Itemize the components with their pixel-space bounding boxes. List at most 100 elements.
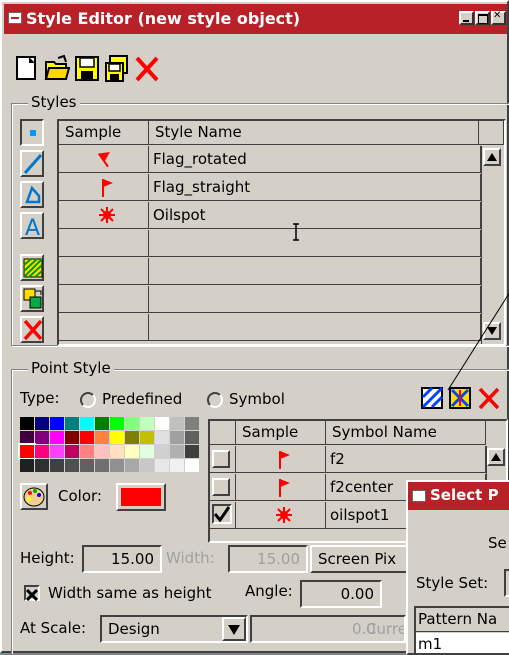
palette-swatch[interactable]: [65, 445, 79, 458]
table-row[interactable]: [59, 230, 481, 257]
palette-swatch[interactable]: [170, 431, 184, 444]
palette-swatch[interactable]: [155, 445, 169, 458]
line-tool-icon[interactable]: [20, 150, 44, 177]
palette-swatch[interactable]: [80, 459, 94, 472]
palette-swatch[interactable]: [140, 417, 154, 430]
row-checkbox[interactable]: [210, 474, 236, 501]
palette-swatch[interactable]: [110, 431, 124, 444]
palette-swatch[interactable]: [50, 431, 64, 444]
palette-swatch[interactable]: [140, 431, 154, 444]
style-set-field[interactable]: [504, 569, 509, 597]
palette-swatch[interactable]: [170, 445, 184, 458]
row-checkbox-checked[interactable]: [210, 502, 236, 529]
palette-swatch[interactable]: [140, 445, 154, 458]
palette-swatch[interactable]: [125, 431, 139, 444]
palette-swatch[interactable]: [50, 445, 64, 458]
symbol-sample-column-header[interactable]: Sample: [236, 421, 326, 445]
sample-column-header[interactable]: Sample: [59, 121, 149, 145]
dropdown-arrow-button[interactable]: [222, 617, 246, 641]
palette-swatch[interactable]: [185, 417, 199, 430]
palette-swatch[interactable]: [18, 443, 36, 460]
current-label[interactable]: Curre: [366, 617, 404, 641]
palette-swatch[interactable]: [170, 459, 184, 472]
width-same-label[interactable]: Width same as height: [48, 584, 212, 602]
palette-swatch[interactable]: [95, 431, 109, 444]
palette-swatch[interactable]: [20, 417, 34, 430]
palette-swatch[interactable]: [65, 431, 79, 444]
palette-swatch[interactable]: [50, 417, 64, 430]
palette-swatch[interactable]: [140, 459, 154, 472]
table-row[interactable]: Flag_rotated: [59, 146, 481, 173]
popup-menu-icon[interactable]: [412, 490, 426, 502]
table-row[interactable]: f2: [210, 446, 486, 473]
pattern-name-column-header[interactable]: Pattern Na: [416, 608, 509, 632]
style-name-column-header[interactable]: Style Name: [149, 121, 479, 145]
open-icon[interactable]: [44, 54, 71, 84]
text-tool-icon[interactable]: A: [20, 212, 44, 239]
palette-swatch[interactable]: [125, 459, 139, 472]
scroll-up-button[interactable]: [483, 148, 501, 166]
symbol-label[interactable]: Symbol: [229, 390, 285, 408]
table-row[interactable]: [59, 258, 481, 285]
palette-swatch[interactable]: [80, 445, 94, 458]
maximize-button[interactable]: [475, 11, 490, 25]
save-as-icon[interactable]: [104, 54, 130, 84]
popup-title-bar[interactable]: Select P: [408, 482, 509, 510]
predefined-radio[interactable]: [80, 392, 96, 408]
color-palette[interactable]: [18, 417, 200, 473]
palette-swatch[interactable]: [110, 445, 124, 458]
save-icon[interactable]: [74, 54, 100, 84]
palette-swatch[interactable]: [35, 431, 49, 444]
title-bar[interactable]: Style Editor (new style object): [4, 4, 507, 34]
predefined-label[interactable]: Predefined: [102, 390, 182, 408]
at-scale-dropdown[interactable]: Design: [100, 615, 248, 643]
row-checkbox[interactable]: [210, 446, 236, 473]
palette-swatch[interactable]: [155, 431, 169, 444]
point-tool-icon[interactable]: [20, 119, 44, 146]
width-same-checkbox[interactable]: [24, 585, 40, 602]
palette-swatch[interactable]: [35, 445, 49, 458]
palette-swatch[interactable]: [95, 459, 109, 472]
symbol-radio[interactable]: [207, 392, 223, 408]
palette-swatch[interactable]: [185, 431, 199, 444]
palette-swatch[interactable]: [20, 459, 34, 472]
palette-swatch[interactable]: [95, 417, 109, 430]
table-row[interactable]: Oilspot: [59, 202, 481, 229]
symbol-name-column-header[interactable]: Symbol Name: [326, 421, 486, 445]
palette-swatch[interactable]: [80, 431, 94, 444]
palette-swatch[interactable]: [80, 417, 94, 430]
width-input[interactable]: 15.00: [228, 545, 308, 573]
minimize-button[interactable]: [459, 11, 474, 25]
polygon-tool-icon[interactable]: [20, 181, 44, 208]
new-icon[interactable]: [14, 54, 40, 84]
table-row[interactable]: Flag_straight: [59, 174, 481, 201]
height-input[interactable]: 15.00: [82, 545, 162, 573]
palette-swatch[interactable]: [65, 459, 79, 472]
palette-swatch[interactable]: [110, 459, 124, 472]
palette-swatch[interactable]: [125, 417, 139, 430]
pattern-row[interactable]: m1: [416, 633, 509, 653]
color-swatch-button[interactable]: [116, 483, 166, 511]
units-dropdown[interactable]: Screen Pix: [310, 545, 420, 573]
palette-swatch[interactable]: [155, 417, 169, 430]
delete-style-icon[interactable]: [20, 316, 44, 343]
palette-swatch[interactable]: [65, 417, 79, 430]
palette-swatch[interactable]: [185, 445, 199, 458]
palette-swatch[interactable]: [95, 445, 109, 458]
palette-swatch[interactable]: [35, 459, 49, 472]
palette-swatch[interactable]: [20, 431, 34, 444]
palette-swatch[interactable]: [185, 459, 199, 472]
table-row[interactable]: [59, 314, 481, 341]
palette-swatch[interactable]: [125, 445, 139, 458]
close-button[interactable]: [491, 10, 506, 25]
palette-swatch[interactable]: [50, 459, 64, 472]
copy-style-icon[interactable]: [20, 285, 44, 312]
palette-swatch[interactable]: [35, 417, 49, 430]
window-menu-icon[interactable]: [8, 12, 22, 24]
select-pattern-window[interactable]: Select P Se Style Set: Pattern Na m1: [406, 480, 509, 655]
scale-field[interactable]: 0.0 Curre: [250, 615, 406, 643]
pattern-icon[interactable]: [20, 254, 44, 281]
table-row[interactable]: [59, 286, 481, 313]
palette-swatch[interactable]: [110, 417, 124, 430]
palette-swatch[interactable]: [155, 459, 169, 472]
